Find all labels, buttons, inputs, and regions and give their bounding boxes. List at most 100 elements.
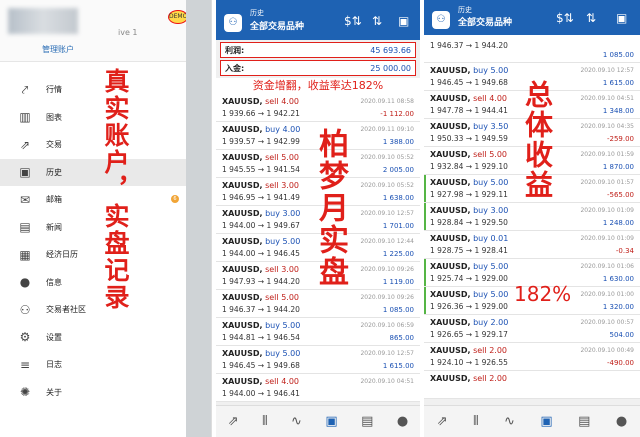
app-logo-icon: ⚇ bbox=[224, 14, 242, 32]
trade-profit: 1 615.00 bbox=[602, 79, 634, 87]
chat-icon: ● bbox=[19, 275, 31, 290]
menu-item-label: 关于 bbox=[46, 387, 62, 397]
history-icon[interactable]: ▣ bbox=[540, 414, 552, 429]
trade-icon: ⇗ bbox=[19, 137, 31, 152]
trade-profit: -0.34 bbox=[615, 247, 634, 255]
calendar-icon[interactable]: ▣ bbox=[398, 14, 409, 28]
trade-row[interactable]: XAUUSD, sell 2.00 bbox=[424, 371, 640, 399]
trade-prices: 1 926.65 → 1 929.17 bbox=[430, 330, 508, 339]
calendar-icon[interactable]: ▣ bbox=[616, 11, 627, 25]
highlight-bar bbox=[424, 259, 426, 286]
trade-date: 2020.09.10 01:57 bbox=[580, 179, 634, 186]
trade-row[interactable]: XAUUSD, sell 2.00 1 924.10 → 1 926.55 2020… bbox=[424, 343, 640, 371]
history-screen-2: ⚇ 历史 全部交易品种 $⇅ ⇅ ▣ 1 946.37 → 1 944.20 1 … bbox=[424, 0, 640, 437]
trade-date: 2020.09.10 05:52 bbox=[360, 154, 414, 161]
trade-profit: 2 005.00 bbox=[382, 166, 414, 174]
trade-profit: 1 870.00 bbox=[602, 163, 634, 171]
calendar-icon: ▦ bbox=[19, 247, 31, 262]
trade-profit: 1 248.00 bbox=[602, 219, 634, 227]
header-section: 历史 bbox=[250, 9, 264, 17]
trade-date: 2020.09.10 12:57 bbox=[360, 210, 414, 217]
highlight-bar bbox=[424, 175, 426, 202]
trade-row[interactable]: XAUUSD, buy 2.00 1 926.65 → 1 929.17 2020.… bbox=[424, 315, 640, 343]
trade-profit: 1 638.00 bbox=[382, 194, 414, 202]
trade-prices: 1 944.00 → 1 946.41 bbox=[222, 389, 300, 398]
chart-icon[interactable]: ⫴ bbox=[262, 414, 267, 429]
trade-profit: 1 225.00 bbox=[382, 250, 414, 258]
manage-accounts-link[interactable]: 管理账户 bbox=[42, 44, 74, 55]
menu-item-label: 图表 bbox=[46, 112, 62, 122]
menu-item-label: 行情 bbox=[46, 85, 62, 95]
trade-date: 2020.09.10 12:44 bbox=[360, 238, 414, 245]
log-icon: ≡ bbox=[19, 357, 31, 372]
symbol-filter[interactable]: 全部交易品种 bbox=[458, 15, 512, 28]
chart-icon[interactable]: ⫴ bbox=[473, 414, 478, 429]
news-icon[interactable]: ▤ bbox=[361, 414, 373, 429]
app-header: ⚇ 历史 全部交易品种 $⇅ ⇅ ▣ bbox=[424, 0, 640, 35]
trade-date: 2020.09.10 09:26 bbox=[360, 294, 414, 301]
trade-date: 2020.09.10 04:51 bbox=[580, 95, 634, 102]
header-section: 历史 bbox=[458, 6, 472, 14]
trade-profit: 1 615.00 bbox=[382, 362, 414, 370]
menu-item-label: 信息 bbox=[46, 277, 62, 287]
profit-value: 45 693.66 bbox=[370, 45, 411, 55]
bottom-nav: ⇗ ⫴ ∿ ▣ ▤ ● bbox=[216, 405, 420, 437]
menu-item-label: 交易 bbox=[46, 140, 62, 150]
currency-icon[interactable]: $⇅ bbox=[344, 14, 362, 28]
app-header: ⚇ 历史 全部交易品种 $⇅ ⇅ ▣ bbox=[216, 0, 420, 40]
history-icon: ▣ bbox=[19, 165, 31, 180]
annotation-percent: 182% bbox=[514, 282, 572, 306]
trade-date: 2020.09.10 01:59 bbox=[580, 151, 634, 158]
chat-icon[interactable]: ● bbox=[616, 414, 627, 429]
annotation-text: 总体收益 bbox=[521, 80, 554, 200]
trade-date: 2020.09.10 06:59 bbox=[360, 322, 414, 329]
trade-profit: 1 119.00 bbox=[382, 278, 414, 286]
trade-profit: -1 112.00 bbox=[380, 110, 414, 118]
news-icon: ▤ bbox=[19, 220, 31, 235]
trade-row[interactable]: XAUUSD, sell 4.00 1 939.66 → 1 942.21 2020… bbox=[216, 94, 420, 122]
trade-profit: 865.00 bbox=[389, 334, 415, 342]
trade-profit: 1 320.00 bbox=[602, 303, 634, 311]
trade-date: 2020.09.10 05:52 bbox=[360, 182, 414, 189]
trade-date: 2020.09.11 08:58 bbox=[360, 98, 414, 105]
menu-item[interactable]: ✺ 关于 bbox=[0, 379, 211, 407]
trade-date: 2020.09.10 04:35 bbox=[580, 123, 634, 130]
deposit-value: 25 000.00 bbox=[370, 63, 411, 73]
chart-bars-icon: ▥ bbox=[19, 110, 31, 125]
symbol-filter[interactable]: 全部交易品种 bbox=[250, 19, 304, 32]
highlight-bar bbox=[424, 203, 426, 230]
menu-item-label: 新闻 bbox=[46, 222, 62, 232]
trade-icon[interactable]: ∿ bbox=[291, 414, 302, 429]
trade-icon[interactable]: ∿ bbox=[504, 414, 515, 429]
sort-icon[interactable]: ⇅ bbox=[586, 11, 596, 25]
nav-drawer: ive 1 DEMO 管理账户 ⤤ 行情 ▥ 图表 ⇗ 交易 ▣ 历史 ✉ 邮箱 6 ▤ 新闻 ▦ 经济日历… bbox=[0, 0, 212, 437]
quotes-icon[interactable]: ⇗ bbox=[437, 414, 448, 429]
deposit-summary: 入金: 25 000.00 bbox=[220, 60, 416, 76]
history-icon[interactable]: ▣ bbox=[325, 414, 337, 429]
trade-profit: 1 630.00 bbox=[602, 275, 634, 283]
news-icon[interactable]: ▤ bbox=[578, 414, 590, 429]
currency-icon[interactable]: $⇅ bbox=[556, 11, 574, 25]
about-icon: ✺ bbox=[19, 385, 31, 400]
trade-row[interactable]: 1 946.37 → 1 944.20 1 085.00 bbox=[424, 35, 640, 63]
trade-date: 2020.09.10 12:57 bbox=[360, 350, 414, 357]
trade-date: 2020.09.10 00:49 bbox=[580, 347, 634, 354]
menu-item-label: 日志 bbox=[46, 360, 62, 370]
blurred-account-name bbox=[8, 8, 78, 34]
gear-icon: ⚙ bbox=[19, 330, 31, 345]
trade-date: 2020.09.10 12:57 bbox=[580, 67, 634, 74]
menu-item[interactable]: ≡ 日志 bbox=[0, 351, 211, 379]
trade-row[interactable]: XAUUSD, sell 4.00 1 944.00 → 1 946.41 2020… bbox=[216, 374, 420, 402]
account-number: ive 1 bbox=[118, 28, 138, 37]
menu-item-label: 经济日历 bbox=[46, 250, 78, 260]
deposit-label: 入金: bbox=[225, 63, 245, 73]
sort-icon[interactable]: ⇅ bbox=[372, 14, 382, 28]
trade-date: 2020.09.11 09:10 bbox=[360, 126, 414, 133]
quotes-icon[interactable]: ⇗ bbox=[228, 414, 239, 429]
drawer-scrim[interactable] bbox=[186, 0, 211, 437]
trade-profit: 1 085.00 bbox=[382, 306, 414, 314]
profit-summary: 利润: 45 693.66 bbox=[220, 42, 416, 58]
trade-profit: -565.00 bbox=[606, 191, 634, 199]
chat-icon[interactable]: ● bbox=[397, 414, 408, 429]
menu-item-label: 交易者社区 bbox=[46, 305, 86, 315]
